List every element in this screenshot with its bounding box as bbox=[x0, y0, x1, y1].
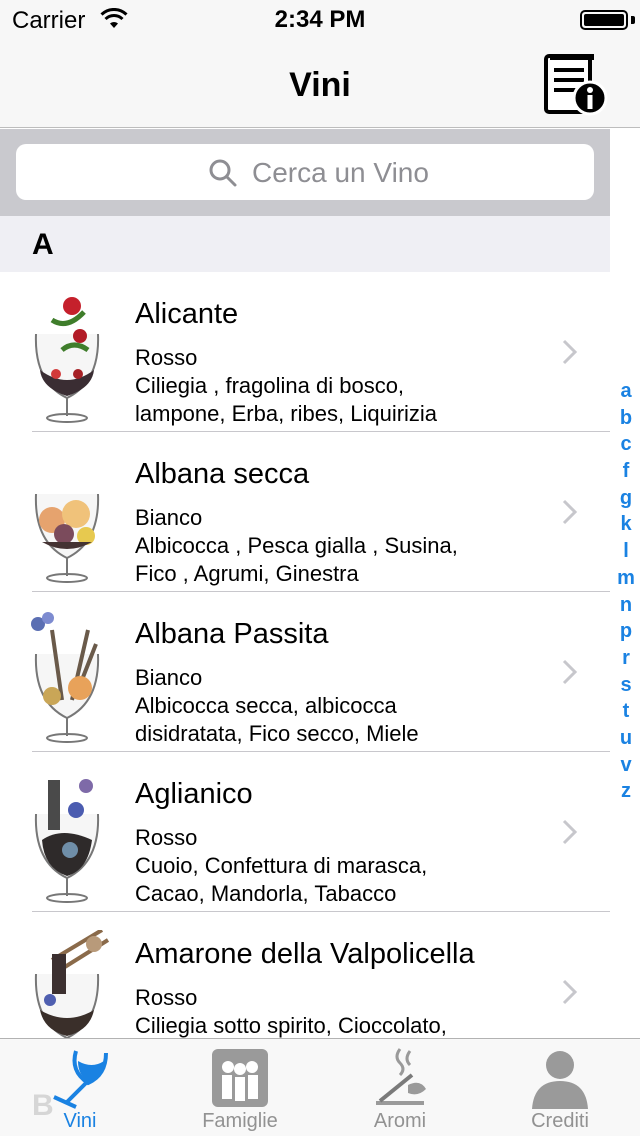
index-letter[interactable]: a bbox=[612, 378, 640, 405]
wine-name: Amarone della Valpolicella bbox=[135, 938, 475, 970]
tab-bar: B Vini Famiglie Aromi Crediti bbox=[0, 1038, 640, 1136]
list-item[interactable]: Aglianico Rosso Cuoio, Confettura di mar… bbox=[0, 752, 610, 912]
tab-aromi[interactable]: Aromi bbox=[320, 1039, 480, 1136]
chevron-right-icon bbox=[562, 979, 578, 1005]
tab-famiglie[interactable]: Famiglie bbox=[160, 1039, 320, 1136]
search-bar: Cerca un Vino bbox=[0, 129, 610, 216]
wine-aromas: Cuoio, Confettura di marasca, Cacao, Man… bbox=[135, 853, 428, 906]
index-letter[interactable]: g bbox=[612, 485, 640, 512]
section-letter: A bbox=[32, 228, 54, 261]
tab-label: Famiglie bbox=[202, 1110, 278, 1132]
index-letter[interactable]: z bbox=[612, 778, 640, 805]
list-item[interactable]: Amarone della Valpolicella Rosso Ciliegi… bbox=[0, 912, 610, 1038]
battery-icon bbox=[580, 10, 628, 30]
search-icon bbox=[209, 159, 237, 187]
wine-aromas: Albicocca , Pesca gialla , Susina, Fico … bbox=[135, 533, 458, 586]
list-item[interactable]: Albana Passita Bianco Albicocca secca, a… bbox=[0, 592, 610, 752]
tab-label: Crediti bbox=[531, 1110, 589, 1132]
aroma-icon bbox=[376, 1048, 426, 1105]
wine-aromas: Ciliegia sotto spirito, Cioccolato, Fond… bbox=[135, 1013, 447, 1038]
wine-type: Rosso bbox=[135, 985, 198, 1010]
battery-tip bbox=[631, 16, 635, 24]
index-letter[interactable]: t bbox=[612, 698, 640, 725]
index-letter[interactable]: l bbox=[612, 538, 640, 565]
chevron-right-icon bbox=[562, 339, 578, 365]
wine-glass-icon bbox=[53, 1050, 108, 1109]
status-time: 2:34 PM bbox=[274, 6, 366, 33]
wine-glass-thumbnail bbox=[34, 779, 100, 903]
person-icon bbox=[532, 1051, 588, 1109]
chevron-right-icon bbox=[562, 819, 578, 845]
section-header: A bbox=[0, 216, 610, 272]
list-item[interactable]: Alicante Rosso Ciliegia , fragolina di b… bbox=[0, 272, 610, 432]
list-item[interactable]: Albana secca Bianco Albicocca , Pesca gi… bbox=[0, 432, 610, 592]
index-letter[interactable]: m bbox=[612, 565, 640, 592]
wine-glass-thumbnail bbox=[34, 493, 100, 583]
index-letter[interactable]: p bbox=[612, 618, 640, 645]
tab-label: Vini bbox=[63, 1110, 97, 1132]
index-letter[interactable]: b bbox=[612, 405, 640, 432]
index-letter[interactable]: r bbox=[612, 645, 640, 672]
section-index[interactable]: a b c f g k l m n p r s t u v z bbox=[612, 378, 640, 805]
wine-name: Albana secca bbox=[135, 458, 310, 490]
wine-type: Bianco bbox=[135, 505, 203, 530]
wine-aromas: Ciliegia , fragolina di bosco, lampone, … bbox=[135, 373, 438, 426]
family-icon bbox=[212, 1049, 268, 1107]
wine-name: Albana Passita bbox=[135, 618, 329, 650]
wine-list[interactable]: Alicante Rosso Ciliegia , fragolina di b… bbox=[0, 272, 610, 1038]
wine-glass-thumbnail bbox=[34, 297, 100, 423]
tab-crediti[interactable]: Crediti bbox=[480, 1039, 640, 1136]
index-letter[interactable]: n bbox=[612, 592, 640, 619]
navigation-bar: Vini bbox=[0, 40, 640, 128]
search-placeholder: Cerca un Vino bbox=[252, 157, 429, 188]
index-letter[interactable]: u bbox=[612, 725, 640, 752]
wine-type: Bianco bbox=[135, 665, 203, 690]
wine-glass-thumbnail bbox=[31, 612, 100, 743]
search-input[interactable]: Cerca un Vino bbox=[16, 144, 594, 200]
status-bar: Carrier 2:34 PM bbox=[0, 0, 640, 40]
tab-label: Aromi bbox=[373, 1110, 427, 1132]
index-letter[interactable]: v bbox=[612, 752, 640, 779]
tab-vini[interactable]: Vini bbox=[0, 1039, 160, 1136]
wine-aromas: Albicocca secca, albicocca disidratata, … bbox=[135, 693, 419, 746]
wine-glass-thumbnail bbox=[34, 930, 110, 1038]
wine-type: Rosso bbox=[135, 345, 198, 370]
index-letter[interactable]: s bbox=[612, 672, 640, 699]
chevron-right-icon bbox=[562, 499, 578, 525]
wine-name: Alicante bbox=[135, 298, 239, 330]
wine-name: Aglianico bbox=[135, 778, 253, 810]
index-letter[interactable]: c bbox=[612, 431, 640, 458]
info-book-icon[interactable] bbox=[540, 52, 610, 118]
chevron-right-icon bbox=[562, 659, 578, 685]
wine-type: Rosso bbox=[135, 825, 198, 850]
index-letter[interactable]: f bbox=[612, 458, 640, 485]
index-letter[interactable]: k bbox=[612, 511, 640, 538]
